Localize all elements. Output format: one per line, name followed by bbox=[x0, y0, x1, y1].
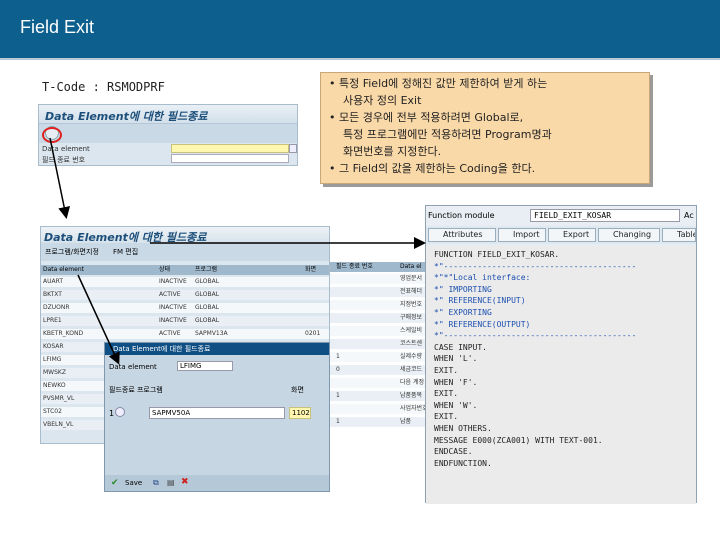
flow-arrows bbox=[49, 137, 426, 365]
arrow-to-popup bbox=[77, 274, 120, 365]
arrow-to-list bbox=[49, 137, 71, 219]
